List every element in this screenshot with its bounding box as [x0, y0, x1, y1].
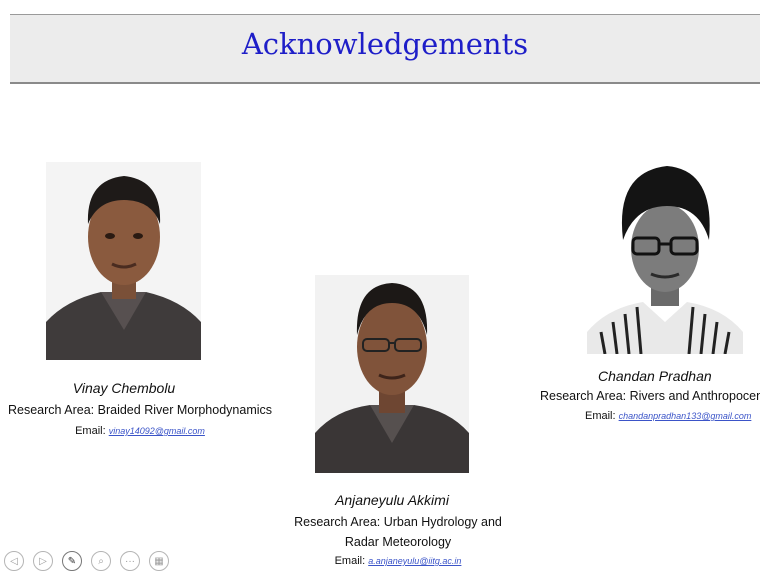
play-icon[interactable]: ▷: [33, 551, 53, 571]
slideshow-controls: ◁ ▷ ✎ ⌕ ··· ▦: [4, 549, 169, 573]
pen-icon[interactable]: ✎: [62, 551, 82, 571]
slide-title-bar: Acknowledgements: [10, 14, 760, 84]
email-label: Email:: [585, 410, 616, 422]
email-link[interactable]: vinay14092@gmail.com: [109, 426, 205, 436]
email-link[interactable]: a.anjaneyulu@iitg.ac.in: [368, 556, 461, 566]
email-label: Email:: [75, 425, 106, 437]
person-research-area: Research Area: Braided River Morphodynam…: [8, 403, 273, 417]
email-link[interactable]: chandanpradhan133@gmail.com: [619, 411, 752, 421]
slides-icon[interactable]: ▦: [149, 551, 169, 571]
prev-icon[interactable]: ◁: [4, 551, 24, 571]
person-research-area-line2: Radar Meteorology: [344, 535, 452, 549]
more-icon[interactable]: ···: [120, 551, 140, 571]
email-label: Email:: [334, 555, 366, 567]
photo-anjaneyulu-akkimi: [315, 275, 469, 473]
person-research-area: Research Area: Urban Hydrology and: [294, 515, 502, 529]
person-email-row: Email: a.anjaneyulu@iitg.ac.in: [330, 555, 466, 567]
person-email-row: Email: chandanpradhan133@gmail.com: [585, 410, 751, 422]
zoom-icon[interactable]: ⌕: [91, 551, 111, 571]
photo-chandan-pradhan: [587, 162, 743, 354]
person-name: Anjaneyulu Akkimi: [335, 492, 449, 508]
person-research-area: Research Area: Rivers and Anthropocene: [540, 389, 760, 403]
photo-vinay-chembolu: [46, 162, 201, 360]
person-email-row: Email: vinay14092@gmail.com: [70, 425, 210, 437]
person-name: Chandan Pradhan: [598, 368, 712, 384]
slide-title: Acknowledgements: [241, 27, 529, 61]
person-name: Vinay Chembolu: [72, 380, 176, 396]
